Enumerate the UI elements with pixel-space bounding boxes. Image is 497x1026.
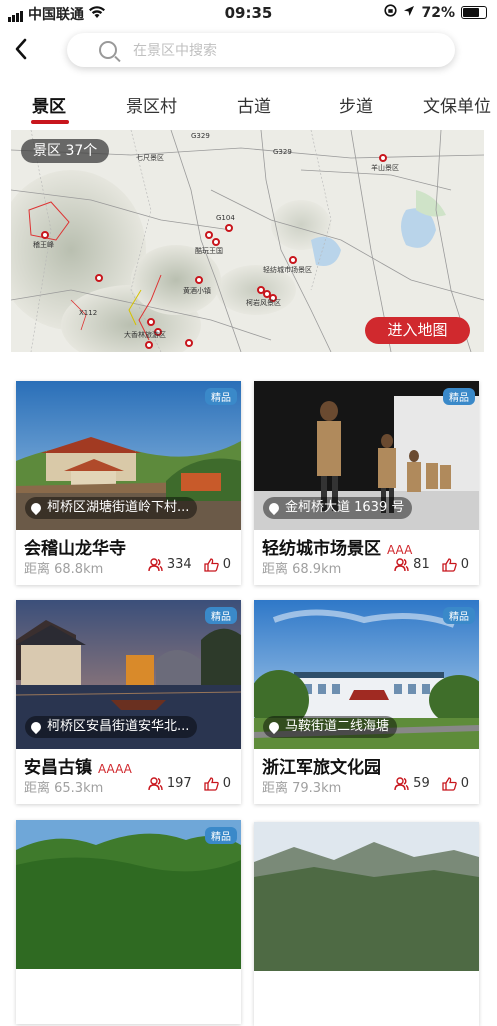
card-level: AAA — [387, 543, 413, 557]
map-label: X112 — [79, 309, 97, 317]
battery-percent: 72% — [421, 4, 455, 21]
map-label: G329 — [191, 132, 210, 140]
map-label: 大香林旅游区 — [124, 330, 166, 339]
card-name: 浙江军旅文化园 — [262, 758, 381, 778]
featured-badge: 精品 — [205, 388, 237, 405]
card-stats: 59 0 — [394, 776, 469, 791]
map-label: 羊山景区 — [371, 163, 399, 172]
scenic-card[interactable]: 精品 柯桥区安昌街道安华北... 安昌古镇 AAAA 距离 65.3km 197 … — [16, 600, 241, 804]
location-text: 柯桥区湖塘街道岭下村... — [47, 500, 190, 515]
visitor-count: 81 — [413, 557, 430, 572]
card-level: AAAA — [98, 762, 132, 776]
card-location: 柯桥区湖塘街道岭下村... — [25, 497, 198, 519]
back-button[interactable] — [14, 38, 28, 65]
thumbs-up-icon[interactable] — [204, 776, 219, 791]
tab-indicator — [31, 120, 69, 124]
thumbs-up-icon[interactable] — [204, 557, 219, 572]
featured-badge: 精品 — [205, 827, 237, 844]
card-distance: 距离 79.3km — [262, 781, 342, 796]
location-text: 金柯桥大道 1639 号 — [285, 500, 405, 515]
map-label: G104 — [216, 214, 235, 222]
visitors-icon — [394, 557, 409, 571]
card-location: 金柯桥大道 1639 号 — [263, 497, 413, 519]
search-placeholder: 在景区中搜索 — [133, 43, 217, 59]
card-title: 浙江军旅文化园 — [262, 753, 387, 778]
card-stats: 81 0 — [394, 557, 469, 572]
map-label: 柯岩风景区 — [246, 298, 281, 307]
scenic-card[interactable]: 精品 马鞍街道二线海塘 浙江军旅文化园 距离 79.3km 59 0 — [254, 600, 479, 804]
visitor-count: 197 — [166, 776, 192, 791]
status-bar: 中国联通 09:35 72% — [0, 0, 497, 26]
map-view[interactable]: G329 G329 羊山景区 稽王峰 G104 酷玩王国 黄酒小镇 轻纺城市场景… — [11, 130, 484, 352]
card-location: 柯桥区安昌街道安华北... — [25, 716, 198, 738]
card-photo — [254, 822, 479, 971]
location-arrow-icon — [403, 5, 415, 21]
like-count: 0 — [460, 557, 469, 572]
thumbs-up-icon[interactable] — [442, 557, 457, 572]
thumbs-up-icon[interactable] — [442, 776, 457, 791]
location-pin-icon — [28, 719, 44, 735]
visitors-icon — [394, 776, 409, 790]
location-pin-icon — [28, 500, 44, 516]
map-label: G329 — [273, 148, 292, 156]
like-count: 0 — [222, 557, 231, 572]
search-icon — [99, 41, 117, 59]
status-right: 72% — [384, 4, 487, 21]
card-distance: 距离 68.8km — [24, 562, 104, 577]
card-name: 会稽山龙华寺 — [24, 539, 126, 559]
like-count: 0 — [222, 776, 231, 791]
visitor-count: 59 — [413, 776, 430, 791]
location-text: 柯桥区安昌街道安华北... — [47, 719, 190, 734]
featured-badge: 精品 — [443, 388, 475, 405]
visitor-count: 334 — [166, 557, 192, 572]
search-input[interactable]: 在景区中搜索 — [67, 33, 455, 67]
category-tabs: 景区 景区村 古道 步道 文保单位 — [0, 92, 497, 128]
map-label: 黄酒小镇 — [183, 286, 211, 295]
tab-trail[interactable]: 步道 — [339, 92, 373, 117]
nav-bar: 在景区中搜索 — [0, 30, 497, 74]
map-label: 七尺景区 — [136, 153, 164, 162]
scenic-card[interactable]: 精品 金柯桥大道 1639 号 轻纺城市场景区 AAA 距离 68.9km 81 … — [254, 381, 479, 585]
scenic-card[interactable]: 精品 柯桥区湖塘街道岭下村... 会稽山龙华寺 距离 68.8km 334 0 — [16, 381, 241, 585]
map-label: 稽王峰 — [33, 240, 54, 249]
location-pin-icon — [266, 719, 282, 735]
tab-scenic-village[interactable]: 景区村 — [126, 92, 177, 117]
enter-map-button[interactable]: 进入地图 — [365, 317, 470, 344]
lock-rotation-icon — [384, 4, 398, 21]
scenic-card[interactable] — [254, 822, 479, 1026]
map-label: 轻纺城市场景区 — [263, 265, 312, 274]
card-name: 轻纺城市场景区 — [262, 539, 381, 559]
chevron-left-icon — [15, 38, 27, 60]
location-text: 马鞍街道二线海塘 — [285, 719, 390, 734]
card-name: 安昌古镇 — [24, 758, 92, 778]
featured-badge: 精品 — [443, 607, 475, 624]
visitors-icon — [148, 557, 163, 571]
location-pin-icon — [266, 500, 282, 516]
card-distance: 距离 68.9km — [262, 562, 342, 577]
card-title: 会稽山龙华寺 — [24, 534, 132, 559]
card-stats: 334 0 — [148, 557, 231, 572]
tab-ancient-road[interactable]: 古道 — [237, 92, 271, 117]
like-count: 0 — [460, 776, 469, 791]
featured-badge: 精品 — [205, 607, 237, 624]
tab-scenic[interactable]: 景区 — [32, 92, 66, 117]
tab-heritage[interactable]: 文保单位 — [423, 92, 491, 117]
card-title: 轻纺城市场景区 AAA — [262, 534, 412, 559]
card-location: 马鞍街道二线海塘 — [263, 716, 398, 738]
card-stats: 197 0 — [148, 776, 231, 791]
visitors-icon — [148, 776, 163, 790]
battery-icon — [461, 6, 487, 19]
map-label: 酷玩王国 — [195, 246, 223, 255]
scenic-card[interactable]: 精品 — [16, 820, 241, 1024]
card-title: 安昌古镇 AAAA — [24, 753, 132, 778]
scenic-count-badge: 景区 37个 — [21, 139, 110, 163]
card-distance: 距离 65.3km — [24, 781, 104, 796]
